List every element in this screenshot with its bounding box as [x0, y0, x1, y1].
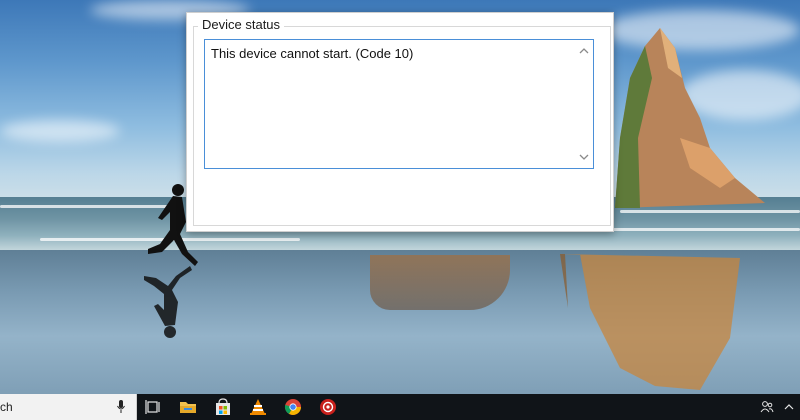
people-icon[interactable] — [760, 400, 774, 414]
device-status-textbox[interactable]: This device cannot start. (Code 10) — [204, 39, 594, 169]
taskbar: ch — [0, 394, 800, 420]
task-view-icon[interactable] — [144, 397, 164, 417]
scroll-down-icon[interactable] — [579, 152, 589, 162]
file-explorer-icon[interactable] — [178, 397, 198, 417]
microphone-icon[interactable] — [117, 400, 125, 414]
search-placeholder: ch — [0, 400, 13, 414]
app-icon[interactable] — [318, 397, 338, 417]
chevron-up-icon[interactable] — [784, 402, 794, 412]
rock-reflection — [370, 255, 510, 310]
chrome-icon[interactable] — [283, 397, 303, 417]
vlc-icon[interactable] — [248, 397, 268, 417]
scroll-up-icon[interactable] — [579, 46, 589, 56]
device-status-text: This device cannot start. (Code 10) — [211, 46, 414, 61]
device-status-group-label: Device status — [198, 17, 285, 32]
cloud — [0, 120, 120, 142]
store-icon[interactable] — [213, 397, 233, 417]
search-box[interactable]: ch — [0, 394, 137, 420]
